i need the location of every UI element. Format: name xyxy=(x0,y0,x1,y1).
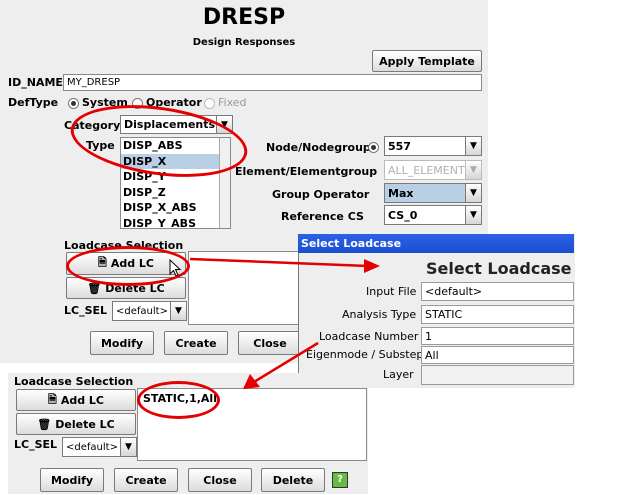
annotation-arrow-result xyxy=(253,341,319,384)
annotation-arrows xyxy=(189,257,380,389)
annotation-arrowhead xyxy=(364,259,380,273)
annotation-arrowhead xyxy=(243,374,260,389)
annotation-arrow-add-lc xyxy=(189,257,369,268)
